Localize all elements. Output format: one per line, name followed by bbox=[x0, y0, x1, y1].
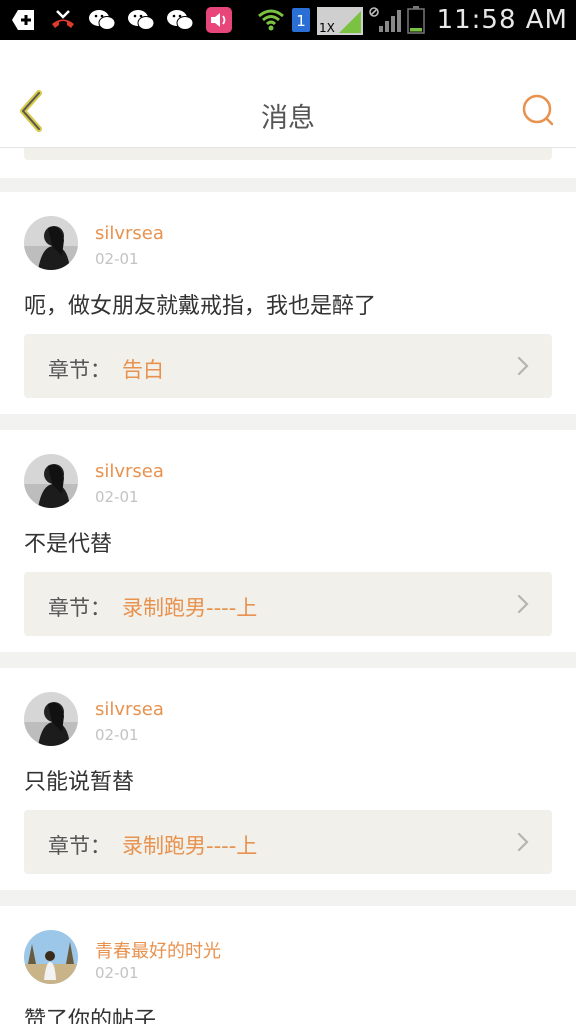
chevron-right-icon bbox=[516, 594, 530, 614]
wechat-icon bbox=[88, 6, 116, 34]
volume-app-icon bbox=[205, 6, 233, 34]
chevron-right-icon bbox=[516, 356, 530, 376]
post-date: 02-01 bbox=[95, 964, 139, 982]
chapter-link[interactable]: 章节： 录制跑男----上 bbox=[24, 572, 552, 636]
post-date: 02-01 bbox=[95, 488, 139, 506]
message-card: silvrsea 02-01 只能说暂替 章节： 录制跑男----上 bbox=[0, 668, 576, 890]
chapter-link[interactable]: 章节： 录制跑男----上 bbox=[24, 810, 552, 874]
user-name[interactable]: 青春最好的时光 bbox=[95, 937, 221, 963]
missed-call-icon bbox=[49, 6, 77, 34]
chapter-link[interactable]: 章节： 告白 bbox=[24, 334, 552, 398]
battery-icon bbox=[406, 6, 425, 34]
nav-bar: 消息 bbox=[0, 40, 576, 148]
chapter-title: 录制跑男----上 bbox=[122, 596, 258, 620]
post-date: 02-01 bbox=[95, 250, 139, 268]
comment-text: 赞了你的帖子 bbox=[24, 1008, 157, 1024]
system-icons: 1 1X 11:58 AM bbox=[257, 5, 568, 35]
network-label: 1X bbox=[319, 21, 335, 35]
status-bar: 1 1X 11:58 AM bbox=[0, 0, 576, 40]
comment-text: 不是代替 bbox=[24, 532, 113, 557]
chevron-right-icon bbox=[516, 832, 530, 852]
search-button[interactable] bbox=[518, 92, 558, 132]
notification-icons bbox=[10, 6, 233, 34]
user-name[interactable]: silvrsea bbox=[95, 223, 164, 244]
user-name[interactable]: silvrsea bbox=[95, 699, 164, 720]
signal-icon bbox=[368, 6, 401, 34]
previous-chapter-box[interactable] bbox=[24, 148, 552, 160]
avatar[interactable] bbox=[24, 930, 78, 984]
user-name[interactable]: silvrsea bbox=[95, 461, 164, 482]
comment-text: 只能说暂替 bbox=[24, 770, 135, 795]
message-card: silvrsea 02-01 不是代替 章节： 录制跑男----上 bbox=[0, 430, 576, 652]
chapter-label: 章节： bbox=[48, 834, 111, 858]
chapter-label: 章节： bbox=[48, 596, 111, 620]
avatar[interactable] bbox=[24, 454, 78, 508]
wechat-icon bbox=[127, 6, 155, 34]
add-icon bbox=[10, 6, 38, 34]
clock: 11:58 AM bbox=[436, 5, 568, 35]
sim-label: 1 bbox=[296, 12, 306, 30]
previous-message-card bbox=[0, 148, 576, 178]
chapter-title: 录制跑男----上 bbox=[122, 834, 258, 858]
chapter-title: 告白 bbox=[122, 358, 164, 382]
message-card: silvrsea 02-01 呃，做女朋友就戴戒指，我也是醉了 章节： 告白 bbox=[0, 192, 576, 414]
search-icon bbox=[521, 93, 555, 131]
chapter-label: 章节： bbox=[48, 358, 111, 382]
avatar[interactable] bbox=[24, 692, 78, 746]
avatar[interactable] bbox=[24, 216, 78, 270]
sim-1-icon: 1 bbox=[291, 6, 311, 34]
wechat-icon bbox=[166, 6, 194, 34]
comment-text: 呃，做女朋友就戴戒指，我也是醉了 bbox=[24, 294, 377, 319]
wifi-icon bbox=[257, 6, 285, 34]
message-card: 青春最好的时光 02-01 赞了你的帖子 bbox=[0, 906, 576, 1024]
network-1x-icon: 1X bbox=[316, 6, 363, 35]
post-date: 02-01 bbox=[95, 726, 139, 744]
page-title: 消息 bbox=[261, 103, 315, 134]
